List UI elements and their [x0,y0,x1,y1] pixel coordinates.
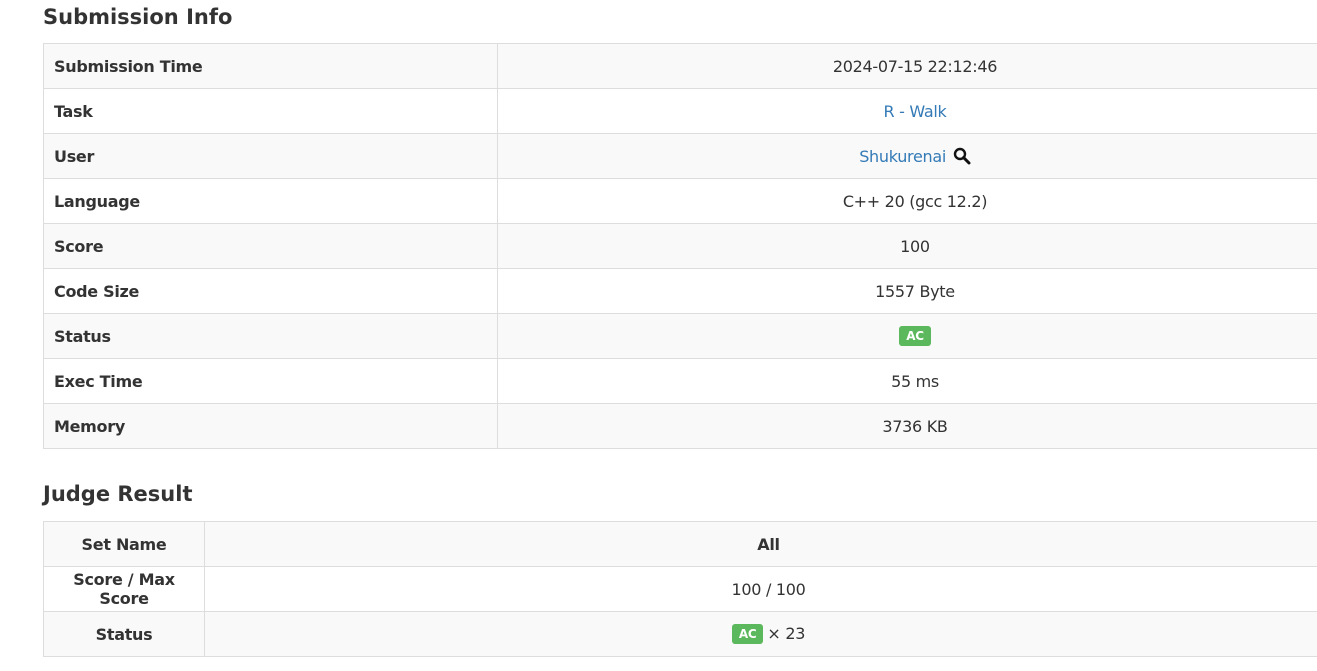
search-icon[interactable] [953,147,971,165]
judge-score-value: 100 / 100 [204,566,1317,612]
table-row-set-name: Set Name All [43,521,1317,567]
score-value: 100 [497,223,1317,269]
submission-time-label: Submission Time [43,43,498,89]
table-row-judge-score: Score / Max Score 100 / 100 [43,566,1317,612]
set-name-label: Set Name [43,521,205,567]
judge-status-label: Status [43,611,205,657]
submission-info-heading: Submission Info [43,5,233,29]
submission-time-value: 2024-07-15 22:12:46 [497,43,1317,89]
judge-result-heading: Judge Result [43,482,193,506]
judge-score-label: Score / Max Score [43,566,205,612]
status-cell: AC [497,313,1317,359]
task-cell: R - Walk [497,88,1317,134]
judge-status-cell: AC × 23 [204,611,1317,657]
table-row-status: Status AC [43,313,1317,359]
set-name-value: All [204,521,1317,567]
user-cell: Shukurenai [497,133,1317,179]
table-row-score: Score 100 [43,223,1317,269]
table-row-judge-status: Status AC × 23 [43,611,1317,657]
task-label: Task [43,88,498,134]
table-row-code-size: Code Size 1557 Byte [43,268,1317,314]
code-size-label: Code Size [43,268,498,314]
table-row-user: User Shukurenai [43,133,1317,179]
score-label: Score [43,223,498,269]
judge-result-table: Set Name All Score / Max Score 100 / 100… [43,521,1317,657]
task-link[interactable]: R - Walk [884,102,947,121]
table-row-task: Task R - Walk [43,88,1317,134]
language-label: Language [43,178,498,224]
submission-info-table: Submission Time 2024-07-15 22:12:46 Task… [43,43,1317,449]
status-label: Status [43,313,498,359]
code-size-value: 1557 Byte [497,268,1317,314]
judge-status-badge: AC [731,624,764,645]
exec-time-value: 55 ms [497,358,1317,404]
table-row-memory: Memory 3736 KB [43,403,1317,449]
exec-time-label: Exec Time [43,358,498,404]
memory-label: Memory [43,403,498,449]
judge-status-count: × 23 [767,623,806,643]
table-row-exec-time: Exec Time 55 ms [43,358,1317,404]
user-link[interactable]: Shukurenai [859,147,946,166]
table-row-language: Language C++ 20 (gcc 12.2) [43,178,1317,224]
memory-value: 3736 KB [497,403,1317,449]
status-badge: AC [899,326,931,347]
language-value: C++ 20 (gcc 12.2) [497,178,1317,224]
user-label: User [43,133,498,179]
table-row-submission-time: Submission Time 2024-07-15 22:12:46 [43,43,1317,89]
